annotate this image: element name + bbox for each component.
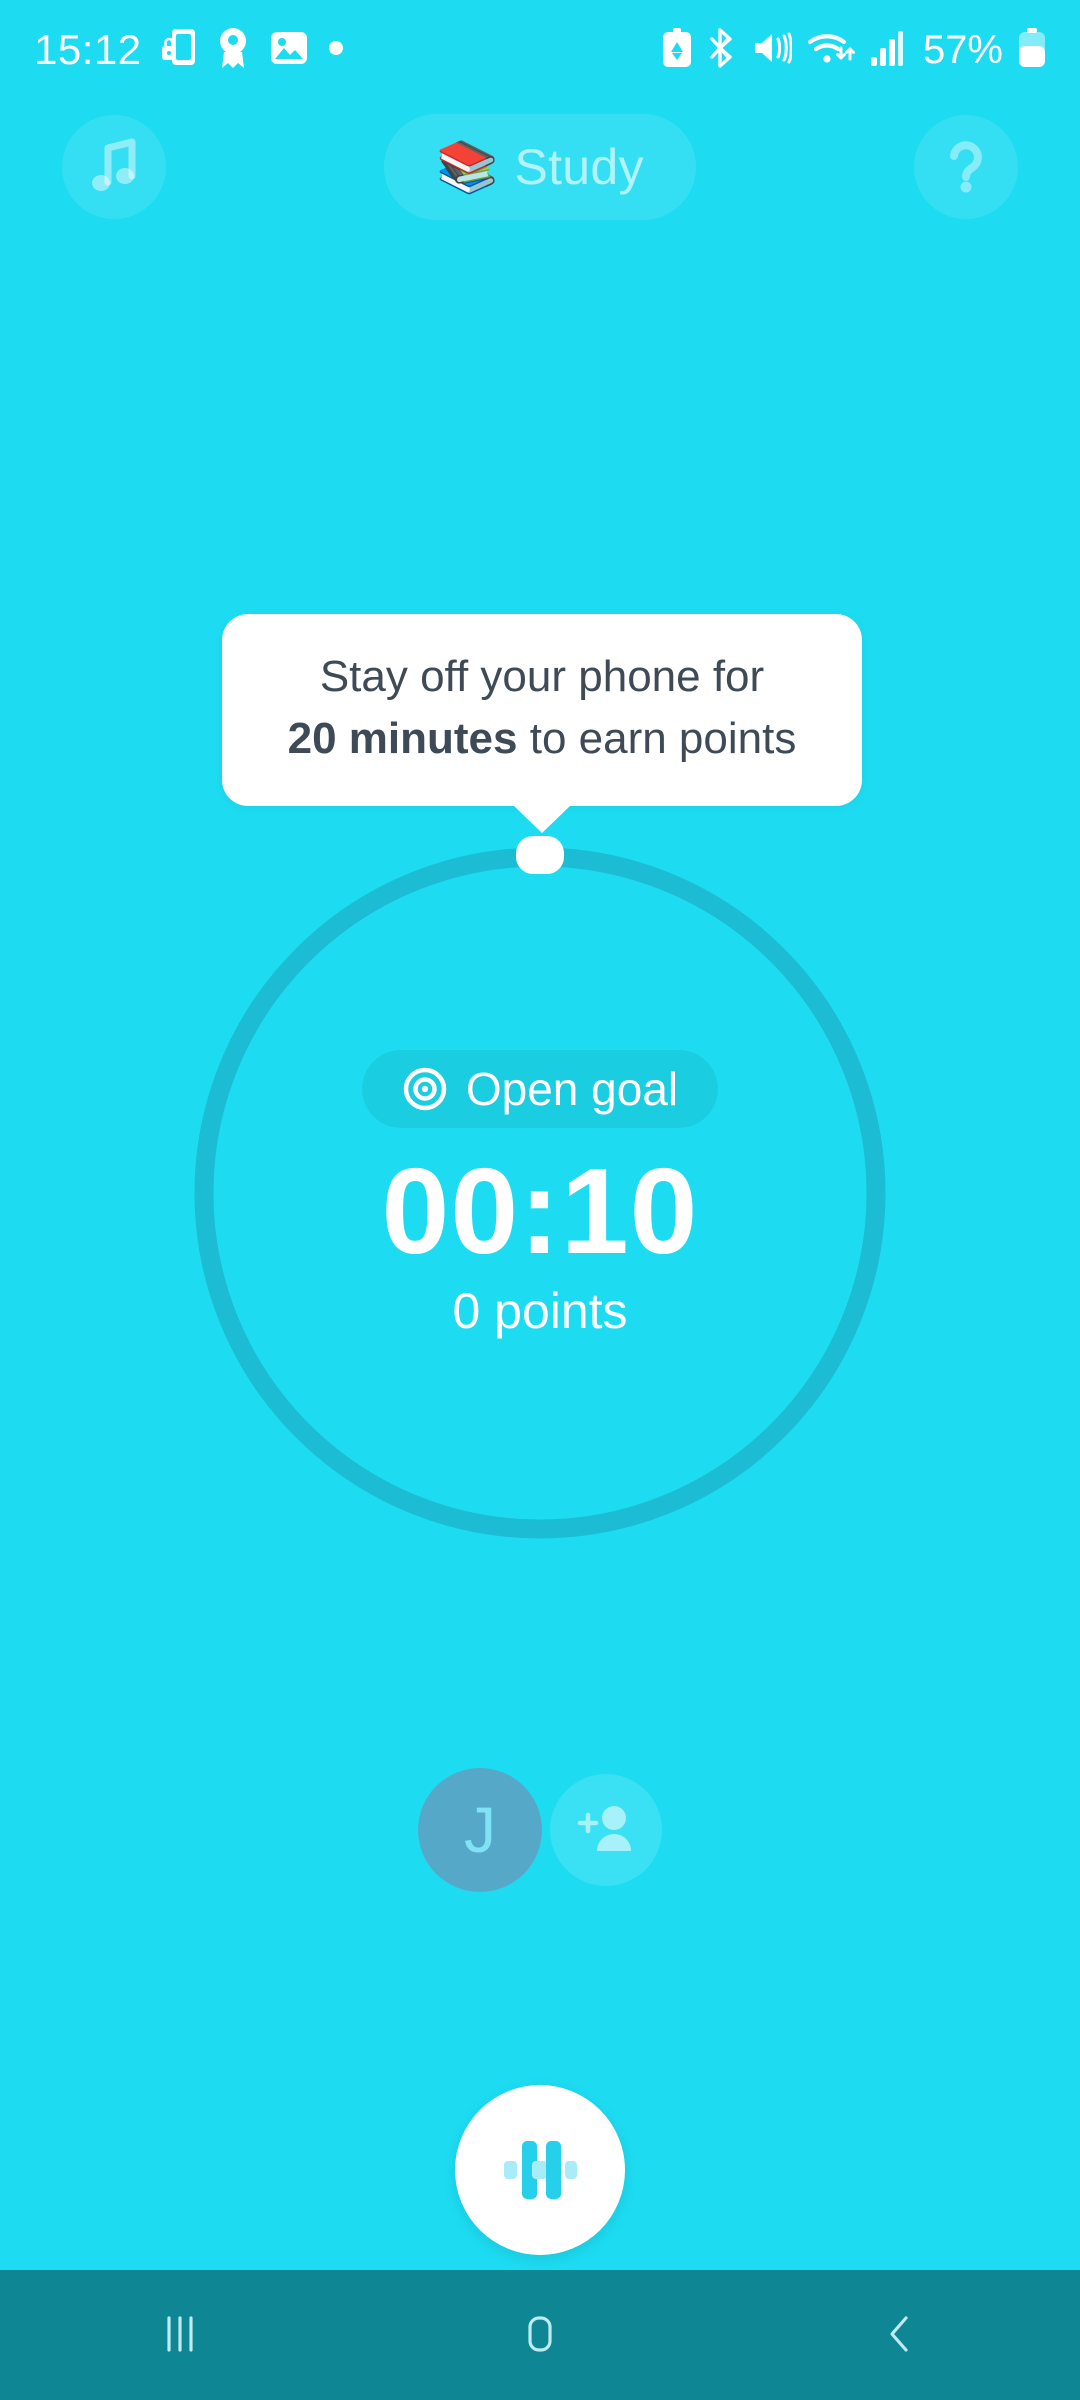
add-person-button[interactable] [550,1774,662,1886]
home-button[interactable] [450,2270,630,2400]
status-bar-left: 15:12 [34,27,344,74]
avatar-initial: J [464,1794,496,1866]
target-icon [402,1066,448,1112]
tooltip-bubble: Stay off your phone for 20 minutes to ea… [222,614,862,833]
recents-button[interactable] [90,2270,270,2400]
timer-ring-center: Open goal 00:10 0 points [185,838,895,1548]
session-title: Study [514,139,644,195]
badge-icon [216,27,250,74]
wifi-icon [807,28,855,73]
back-button[interactable] [810,2270,990,2400]
pause-icon [492,2121,588,2220]
music-note-icon [88,138,140,197]
add-person-icon [576,1801,636,1860]
participant-avatar[interactable]: J [418,1768,542,1892]
participants-row: J [0,1768,1080,1892]
points-label: 0 points [452,1282,628,1339]
tooltip-line-1: Stay off your phone for [319,652,765,701]
tooltip-arrow-icon [513,805,571,833]
back-icon [875,2309,925,2362]
recents-icon [155,2309,205,2362]
books-icon: 📚 [436,139,499,195]
phone-screen: 15:12 57% 📚 Study Stay off your phone fo… [0,0,1080,2400]
secure-folder-icon [161,28,196,73]
tooltip-duration: 20 minutes [287,714,518,763]
home-icon [515,2309,565,2362]
gallery-icon [270,29,308,72]
bluetooth-icon [707,27,737,73]
status-clock: 15:12 [34,26,142,73]
dot-indicator-icon [328,40,344,61]
timer-countdown: 00:10 [381,1143,699,1280]
battery-percent-label: 57% [922,28,1003,72]
battery-saver-icon [662,27,692,73]
mute-icon [752,29,793,72]
tooltip-suffix: to earn points [517,714,797,763]
android-nav-bar [0,2270,1080,2400]
timer-ring[interactable]: Open goal 00:10 0 points [185,836,895,1548]
cellular-signal-icon [870,29,904,72]
battery-icon [1018,27,1046,73]
pause-button[interactable] [455,2085,625,2255]
open-goal-button[interactable]: Open goal [361,1050,719,1129]
music-button[interactable] [62,115,166,219]
tooltip-line-2: 20 minutes to earn points [248,708,836,770]
open-goal-label: Open goal [465,1063,679,1116]
question-mark-icon [941,137,991,198]
status-bar-right: 57% [662,27,1046,73]
help-button[interactable] [914,115,1018,219]
app-header: 📚 Study [0,104,1080,230]
status-bar: 15:12 57% [0,0,1080,100]
session-title-pill[interactable]: 📚 Study [384,114,696,220]
